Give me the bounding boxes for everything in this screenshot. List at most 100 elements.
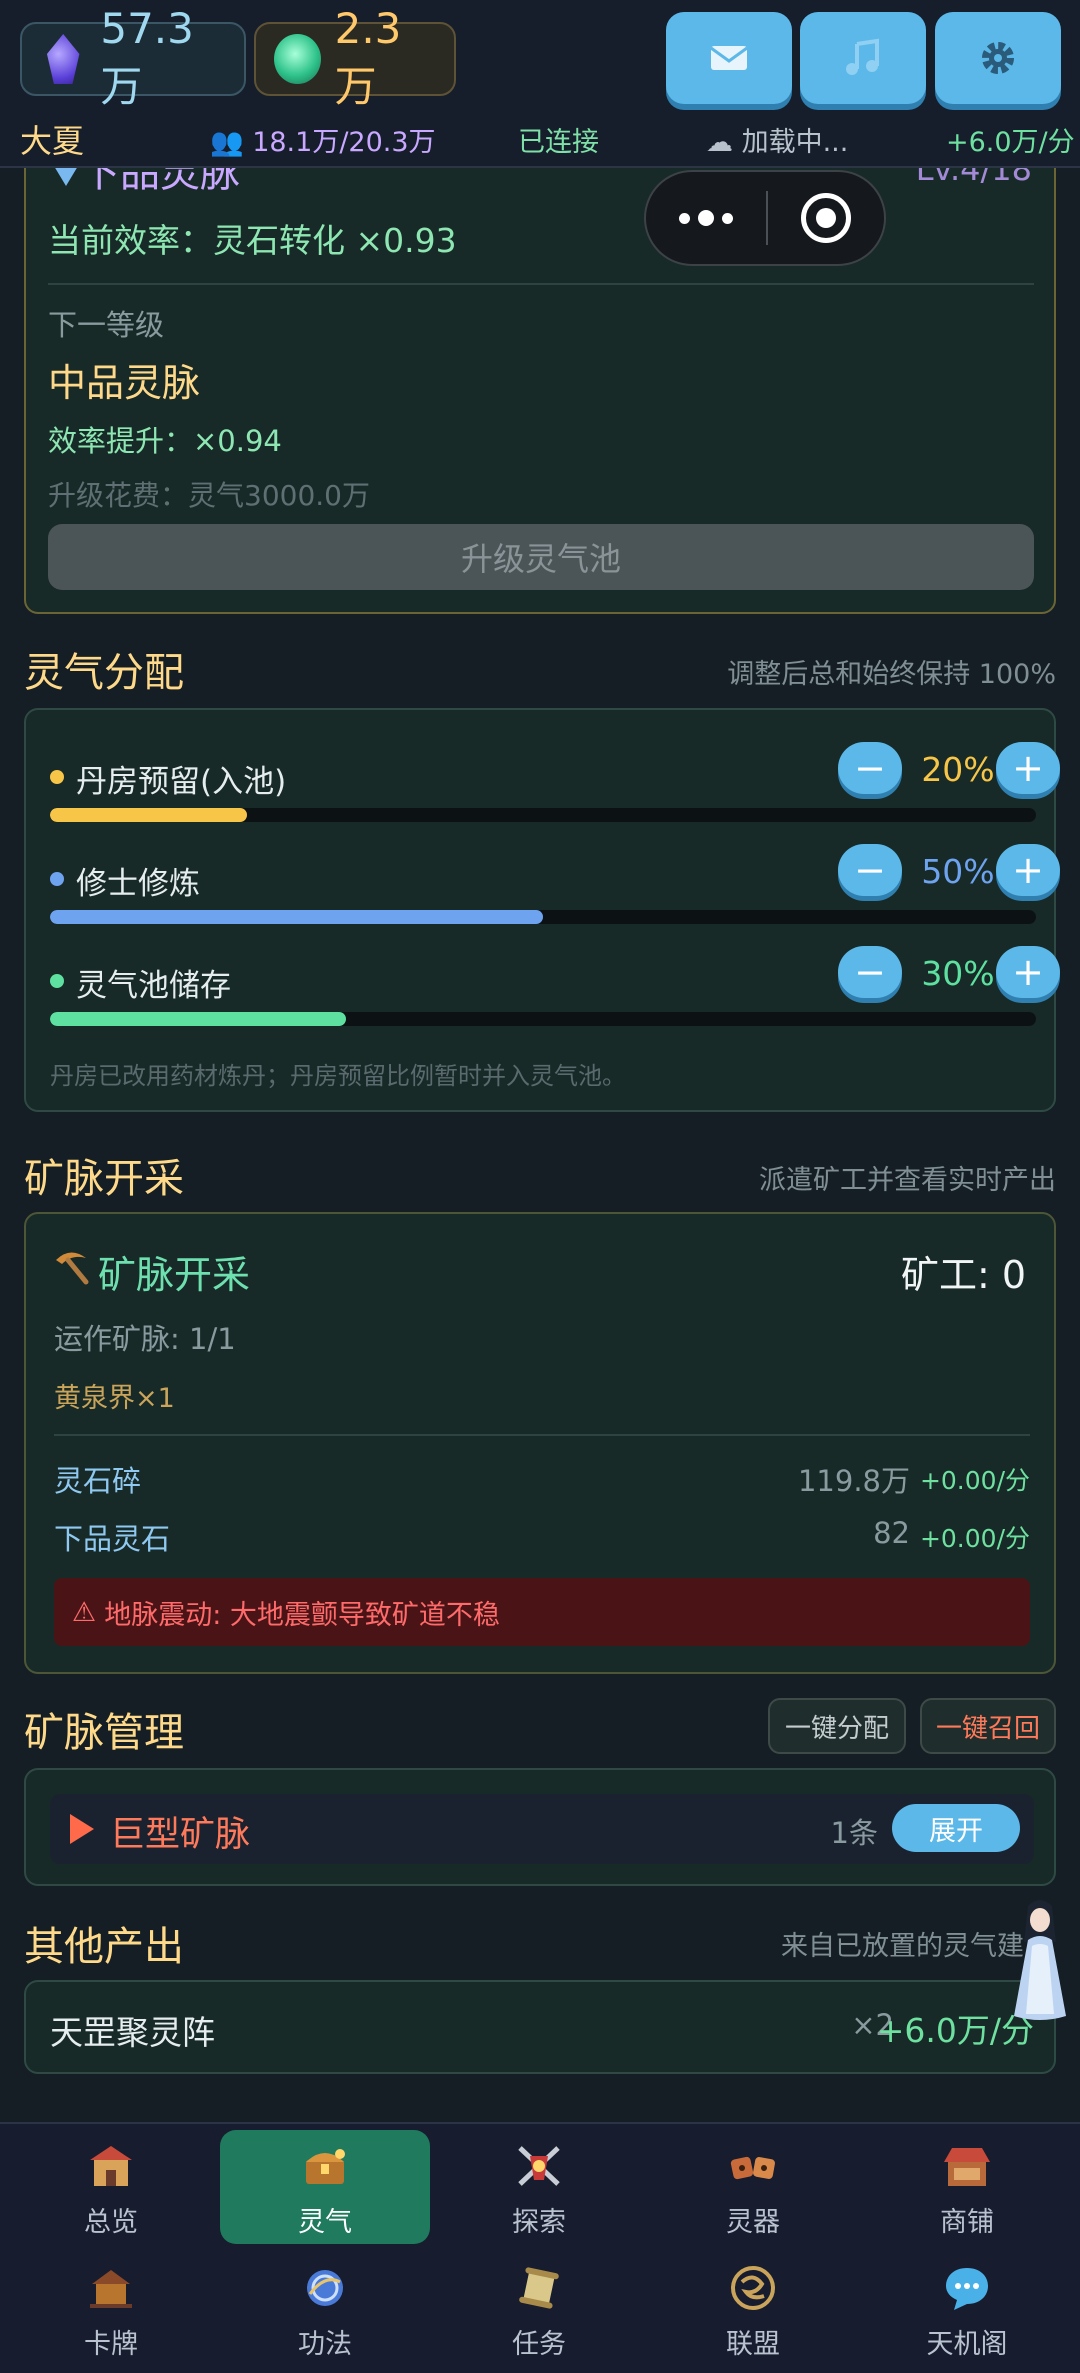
green-dot-icon <box>50 974 64 988</box>
alloc-label: 丹房预留(入池) <box>76 764 287 800</box>
mining-card-title: 矿脉开采 <box>98 1253 251 1297</box>
nav-shop[interactable]: 商铺 <box>862 2130 1072 2244</box>
vein-row[interactable]: 巨型矿脉 1条 展开 <box>50 1794 1034 1864</box>
pickaxe-icon <box>56 1252 89 1285</box>
recall-all-button[interactable]: 一键召回 <box>920 1698 1056 1754</box>
expand-button[interactable]: 展开 <box>892 1804 1020 1852</box>
other-output-hint: 来自已放置的灵气建 <box>781 1931 1024 1962</box>
upgrade-pool-button[interactable]: 升级灵气池 <box>48 524 1034 590</box>
yellow-dot-icon <box>50 770 64 784</box>
nav-qi[interactable]: 灵气 <box>220 2130 430 2244</box>
assign-all-button[interactable]: 一键分配 <box>768 1698 906 1754</box>
more-menu-button[interactable] <box>646 210 766 226</box>
population: 👥 18.1万/20.3万 <box>210 120 436 159</box>
nav-label: 任务 <box>512 2329 566 2360</box>
ore-amount: 82 <box>873 1516 910 1550</box>
ore-rate: +0.00/分 <box>919 1466 1030 1495</box>
decrease-button[interactable]: − <box>838 946 902 998</box>
dot <box>722 212 733 224</box>
alloc-track <box>50 910 1036 924</box>
mining-card: 矿脉开采 矿工: 0 运作矿脉: 1/1 黄泉界×1 灵石碎 119.8万 +0… <box>24 1212 1056 1674</box>
nav-cards[interactable]: 卡牌 <box>6 2252 216 2366</box>
upgrade-cost: 升级花费：灵气3000.0万 <box>48 479 370 512</box>
management-title: 矿脉管理 <box>24 1710 184 1756</box>
warning-icon: ⚠ <box>72 1596 97 1628</box>
increase-button[interactable]: + <box>996 742 1060 794</box>
nav-label: 灵器 <box>726 2207 780 2238</box>
alloc-percent: 20% <box>921 750 995 789</box>
allocation-title: 灵气分配 <box>24 650 184 696</box>
alliance-icon <box>731 2266 775 2310</box>
nav-explore[interactable]: 探索 <box>434 2130 644 2244</box>
increase-button[interactable]: + <box>996 946 1060 998</box>
nav-label: 灵气 <box>298 2207 352 2238</box>
nav-techniques[interactable]: 功法 <box>220 2252 430 2366</box>
nav-overview[interactable]: 总览 <box>6 2130 216 2244</box>
ore-row: 灵石碎 119.8万 +0.00/分 <box>54 1458 1030 1502</box>
weather-text: 加载中... <box>741 127 849 158</box>
alloc-fill <box>50 808 248 822</box>
efficiency-boost: 效率提升：×0.94 <box>48 424 282 458</box>
ore-name: 下品灵石 <box>54 1522 171 1556</box>
active-veins: 运作矿脉: 1/1 <box>54 1322 236 1356</box>
nav-label: 天机阁 <box>926 2329 1008 2360</box>
nav-label: 总览 <box>84 2207 138 2238</box>
qi-resource[interactable]: 57.3万 <box>20 4 246 111</box>
fairy-assistant-icon[interactable] <box>1010 1896 1070 2022</box>
mining-realm: 黄泉界×1 <box>54 1383 175 1414</box>
quake-alert-text: 地脉震动: 大地震颤导致矿道不稳 <box>104 1599 500 1631</box>
crossed-swords-icon <box>518 2146 560 2186</box>
vein-name: 巨型矿脉 <box>110 1815 251 1855</box>
card-icon <box>90 2270 132 2308</box>
nav-alliance[interactable]: 联盟 <box>648 2252 858 2366</box>
nav-tianji[interactable]: 天机阁 <box>862 2252 1072 2366</box>
quake-alert: ⚠ 地脉震动: 大地震颤导致矿道不稳 <box>54 1578 1030 1646</box>
alloc-track <box>50 1012 1036 1026</box>
alloc-fill <box>50 1012 346 1026</box>
treasure-chest-icon <box>306 2149 345 2184</box>
music-button[interactable] <box>800 12 926 104</box>
play-arrow-icon <box>70 1814 94 1844</box>
formation-name: 天罡聚灵阵 <box>50 2013 215 2052</box>
other-output-title: 其他产出 <box>24 1924 184 1970</box>
alloc-fill <box>50 910 543 924</box>
target-icon <box>801 193 851 243</box>
connection-status: 已连接 <box>518 127 599 158</box>
nav-label: 功法 <box>298 2329 352 2360</box>
nav-artifact[interactable]: 灵器 <box>648 2130 858 2244</box>
next-level-label: 下一等级 <box>48 308 165 342</box>
mail-button[interactable] <box>666 12 792 104</box>
palace-icon <box>90 2146 132 2186</box>
ore-name: 灵石碎 <box>54 1464 142 1498</box>
alloc-row-cultivation: 修士修炼 − 50% + <box>50 842 1060 924</box>
allocation-card: 丹房预留(入池) − 20% + 修士修炼 − 50% + 灵气池储存 − 30… <box>24 708 1060 1112</box>
weather-status: ☁ 加载中... <box>706 120 848 159</box>
dot <box>679 212 690 224</box>
alloc-track <box>50 808 1036 822</box>
nav-tasks[interactable]: 任务 <box>434 2252 644 2366</box>
alloc-label: 修士修炼 <box>76 866 200 902</box>
people-icon: 👥 <box>210 127 253 158</box>
status-row: 大夏 👥 18.1万/20.3万 已连接 ☁ 加载中... +6.0万/分 <box>0 114 1080 164</box>
realm-name[interactable]: 大夏 <box>20 116 84 162</box>
decrease-button[interactable]: − <box>838 844 902 896</box>
scroll-icon <box>519 2267 559 2309</box>
allocation-hint: 调整后总和始终保持 100% <box>727 659 1056 690</box>
alloc-percent: 50% <box>921 852 995 891</box>
vein-count: 1条 <box>830 1816 878 1850</box>
divider <box>48 283 1034 285</box>
divider <box>54 1434 1030 1436</box>
close-miniprogram-button[interactable] <box>768 193 884 243</box>
artifact-icon <box>730 2156 775 2180</box>
shop-icon <box>944 2148 990 2186</box>
settings-button[interactable] <box>935 12 1061 104</box>
current-efficiency: 当前效率：灵石转化 ×0.93 <box>48 221 457 260</box>
ore-amount: 119.8万 <box>797 1464 910 1498</box>
alloc-label: 灵气池储存 <box>76 968 231 1004</box>
decrease-button[interactable]: − <box>838 742 902 794</box>
spirit-stone-resource[interactable]: 2.3万 <box>254 4 456 111</box>
mining-title: 矿脉开采 <box>24 1156 184 1202</box>
mail-icon <box>710 46 748 70</box>
increase-button[interactable]: + <box>996 844 1060 896</box>
nav-label: 探索 <box>512 2207 566 2238</box>
